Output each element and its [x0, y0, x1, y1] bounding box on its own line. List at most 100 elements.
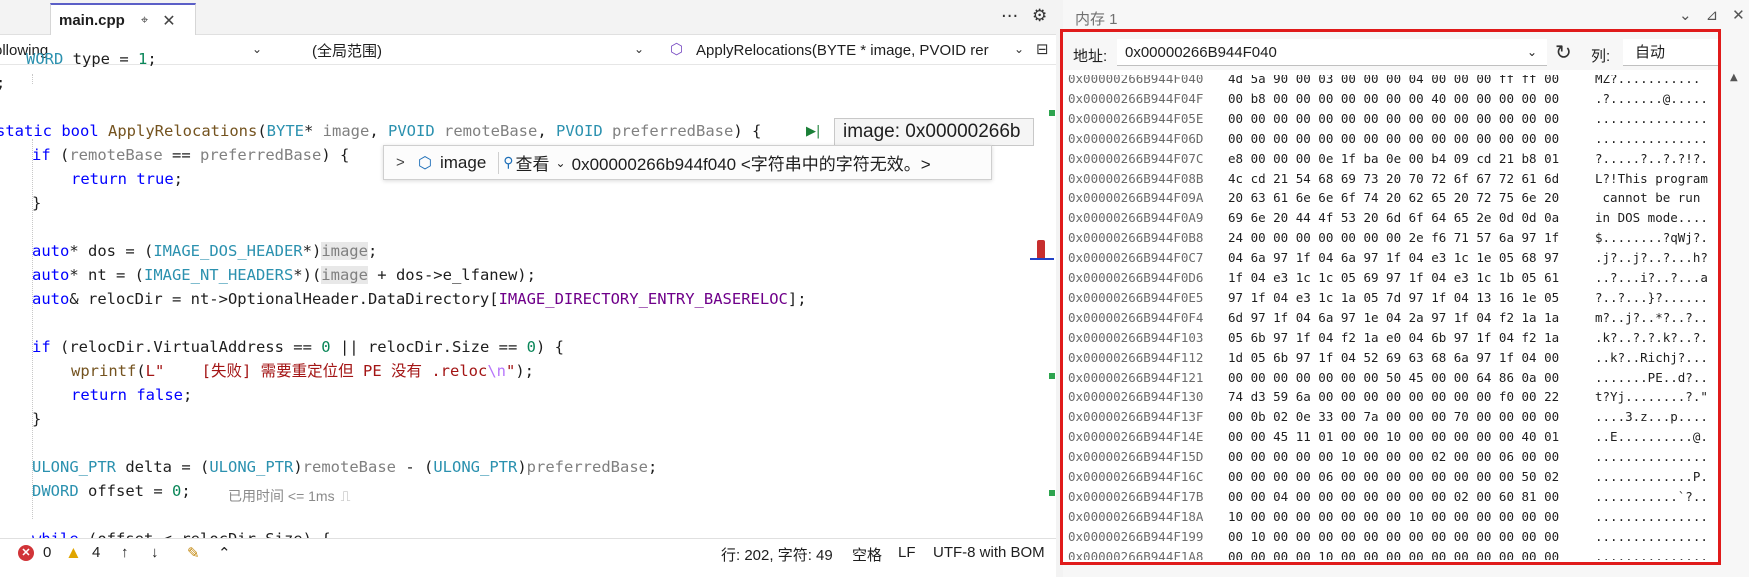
memory-ascii: .k?..?.?.k?..?.	[1595, 329, 1708, 345]
tab-file-name: main.cpp	[59, 12, 125, 29]
document-tab-bar: main.cpp ⌖ ✕ ··· ⚙	[0, 0, 1056, 36]
memory-ascii: ...............	[1595, 110, 1708, 126]
memory-address: 0x00000266B944F05E	[1068, 110, 1204, 126]
memory-address: 0x00000266B944F0F4	[1068, 309, 1204, 325]
memory-address: 0x00000266B944F16C	[1068, 469, 1204, 484]
chevron-up-icon[interactable]: ⌃	[218, 544, 231, 562]
memory-view-highlight: 地址: 0x00000266B944F040 ⌄ ↻ 列: 自动 0x00000…	[1060, 29, 1721, 565]
inline-value-tip[interactable]: image: 0x00000266b	[834, 118, 1034, 146]
memory-address: 0x00000266B944F07C	[1068, 150, 1204, 166]
memory-ascii: $........?qWj?.	[1595, 230, 1708, 246]
code-line: if (remoteBase == preferredBase) {	[32, 146, 350, 164]
cursor-position[interactable]: 行: 202, 字符: 49	[721, 544, 833, 565]
gear-icon[interactable]: ⚙	[1032, 6, 1047, 26]
view-button[interactable]: 查看	[516, 150, 550, 175]
split-view-icon[interactable]: ⊟	[1036, 40, 1049, 58]
memory-ascii: ...............	[1595, 508, 1708, 524]
error-icon[interactable]: ✕	[18, 545, 34, 561]
code-line: WORD type = 1;	[26, 50, 157, 68]
memory-address: 0x00000266B944F15D	[1068, 449, 1204, 465]
chevron-down-icon: ⌄	[251, 42, 262, 56]
code-line: static bool ApplyRelocations(BYTE* image…	[0, 122, 762, 140]
memory-ascii: ...............	[1595, 449, 1708, 465]
more-options-icon[interactable]: ···	[1001, 6, 1018, 27]
memory-ascii: ....3.z...p....	[1595, 409, 1708, 425]
run-to-cursor-icon[interactable]: ▶|	[806, 124, 820, 139]
navigation-bar: ollowing ⌄ (全局范围) ⌄ ⬡ ApplyRelocations(B…	[0, 35, 1056, 65]
chevron-down-icon[interactable]: ⌄	[1527, 39, 1537, 66]
memory-ascii: L?!This program	[1595, 170, 1708, 186]
scroll-up-icon[interactable]: ▲	[1730, 72, 1738, 83]
close-icon[interactable]: ✕	[162, 11, 175, 30]
memory-hex-bytes: 00 b8 00 00 00 00 00 00 00 40 00 00 00 0…	[1228, 90, 1560, 106]
code-line: DWORD offset = 0;	[32, 482, 191, 500]
memory-hex-bytes: 1d 05 6b 97 1f 04 52 69 63 68 6a 97 1f 0…	[1228, 349, 1560, 365]
magnifier-icon[interactable]: ⚲	[503, 154, 513, 171]
function-dropdown[interactable]: ⬡ ApplyRelocations(BYTE * image, PVOID r…	[666, 38, 1024, 62]
arrow-up-icon[interactable]: ↑	[121, 544, 129, 561]
address-input[interactable]: 0x00000266B944F040 ⌄	[1117, 39, 1547, 66]
memory-hex-bytes: 69 6e 20 44 4f 53 20 6d 6f 64 65 2e 0d 0…	[1228, 210, 1560, 226]
memory-hex-bytes: 00 00 00 00 00 10 00 00 00 02 00 00 06 0…	[1228, 449, 1560, 465]
elapsed-time-text: 已用时间 <= 1ms	[228, 488, 335, 504]
perf-chart-icon[interactable]: ⎍	[341, 488, 351, 504]
line-ending[interactable]: LF	[898, 544, 916, 561]
broom-icon[interactable]: ✎	[187, 544, 200, 562]
file-encoding[interactable]: UTF-8 with BOM	[933, 544, 1045, 561]
expand-icon[interactable]: >	[396, 154, 410, 171]
memory-hex-bytes: 24 00 00 00 00 00 00 00 2e f6 71 57 6a 9…	[1228, 230, 1560, 246]
memory-ascii: ...............	[1595, 548, 1708, 560]
code-line: ;	[0, 71, 5, 95]
memory-address: 0x00000266B944F0D6	[1068, 270, 1204, 285]
code-editor[interactable]: main.cpp ⌖ ✕ ··· ⚙ ollowing ⌄ (全局范围) ⌄ ⬡…	[0, 0, 1056, 577]
memory-hex-bytes: 00 00 45 11 01 00 00 10 00 00 00 00 00 4…	[1228, 429, 1560, 445]
scope-range-dropdown[interactable]: (全局范围) ⌄	[282, 38, 644, 62]
memory-address: 0x00000266B944F0A9	[1068, 210, 1204, 226]
whitespace-mode[interactable]: 空格	[852, 544, 882, 565]
error-count[interactable]: 0	[43, 544, 51, 561]
function-cube-icon: ⬡	[670, 41, 684, 58]
pin-icon[interactable]: ⌖	[141, 13, 148, 28]
memory-hex-bytes: 1f 04 e3 1c 1c 05 69 97 1f 04 e3 1c 1b 0…	[1228, 270, 1560, 285]
scrollbar-change-marker	[1049, 373, 1055, 379]
memory-vertical-scrollbar[interactable]: ▲	[1728, 68, 1740, 564]
scrollbar-change-marker	[1049, 490, 1055, 496]
window-controls-icon[interactable]: ⌄⊿✕	[1679, 6, 1749, 24]
memory-hex-bytes: 20 63 61 6e 6e 6f 74 20 62 65 20 72 75 6…	[1228, 190, 1560, 206]
columns-label: 列:	[1591, 48, 1611, 65]
memory-address: 0x00000266B944F130	[1068, 389, 1204, 405]
datatip[interactable]: > ⬡ image ⚲ 查看 ⌄ 0x00000266b944f040 <字符串…	[383, 145, 992, 180]
memory-ascii: ...........`?..	[1595, 488, 1708, 504]
arrow-down-icon[interactable]: ↓	[151, 544, 159, 561]
scope-range-label: (全局范围)	[312, 42, 382, 60]
tab-main-cpp[interactable]: main.cpp ⌖ ✕	[50, 3, 196, 36]
memory-address: 0x00000266B944F103	[1068, 329, 1204, 345]
memory-ascii: m?..j?..*?..?..	[1595, 309, 1708, 325]
memory-ascii: ..E..........@.	[1595, 429, 1708, 445]
refresh-icon[interactable]: ↻	[1555, 40, 1572, 65]
memory-hex-bytes: 00 00 00 00 06 00 00 00 00 00 00 00 00 5…	[1228, 469, 1560, 484]
chevron-down-icon: ⌄	[633, 42, 644, 56]
scrollbar-change-marker	[1049, 110, 1055, 116]
editor-status-bar: ✕ 0 ▲ 4 ↑ ↓ ✎ ⌃ 行: 202, 字符: 49 空格 LF UTF…	[0, 538, 1056, 568]
breakpoint-marker-icon	[1037, 240, 1045, 260]
memory-ascii: ?..?...}?......	[1595, 289, 1708, 305]
memory-hex-bytes: 00 0b 02 0e 33 00 7a 00 00 00 70 00 00 0…	[1228, 409, 1560, 425]
code-line: if (relocDir.VirtualAddress == 0 || relo…	[32, 338, 564, 356]
memory-hex-bytes: 05 6b 97 1f 04 f2 1a e0 04 6b 97 1f 04 f…	[1228, 329, 1560, 345]
memory-address: 0x00000266B944F121	[1068, 369, 1204, 385]
columns-dropdown[interactable]: 自动	[1623, 39, 1718, 66]
memory-hex-bytes: 4d 5a 90 00 03 00 00 00 04 00 00 00 ff f…	[1228, 75, 1560, 86]
code-line: ULONG_PTR delta = (ULONG_PTR)remoteBase …	[32, 458, 658, 476]
memory-rows[interactable]: 0x00000266B944F040 4d 5a 90 00 03 00 00 0…	[1068, 75, 1718, 560]
address-value: 0x00000266B944F040	[1125, 44, 1277, 61]
code-line: }	[32, 194, 42, 212]
memory-hex-bytes: 10 00 00 00 00 00 00 00 10 00 00 00 00 0…	[1228, 508, 1560, 524]
memory-toolbar: 地址: 0x00000266B944F040 ⌄ ↻ 列: 自动	[1063, 32, 1718, 70]
warning-count[interactable]: 4	[92, 544, 100, 561]
chevron-down-icon[interactable]: ⌄	[556, 156, 566, 170]
memory-hex-bytes: 00 00 00 00 00 00 00 50 45 00 00 64 86 0…	[1228, 369, 1560, 385]
memory-address: 0x00000266B944F0C7	[1068, 250, 1204, 266]
memory-ascii: t?Yj........?."	[1595, 389, 1708, 405]
warning-icon[interactable]: ▲	[65, 543, 82, 563]
